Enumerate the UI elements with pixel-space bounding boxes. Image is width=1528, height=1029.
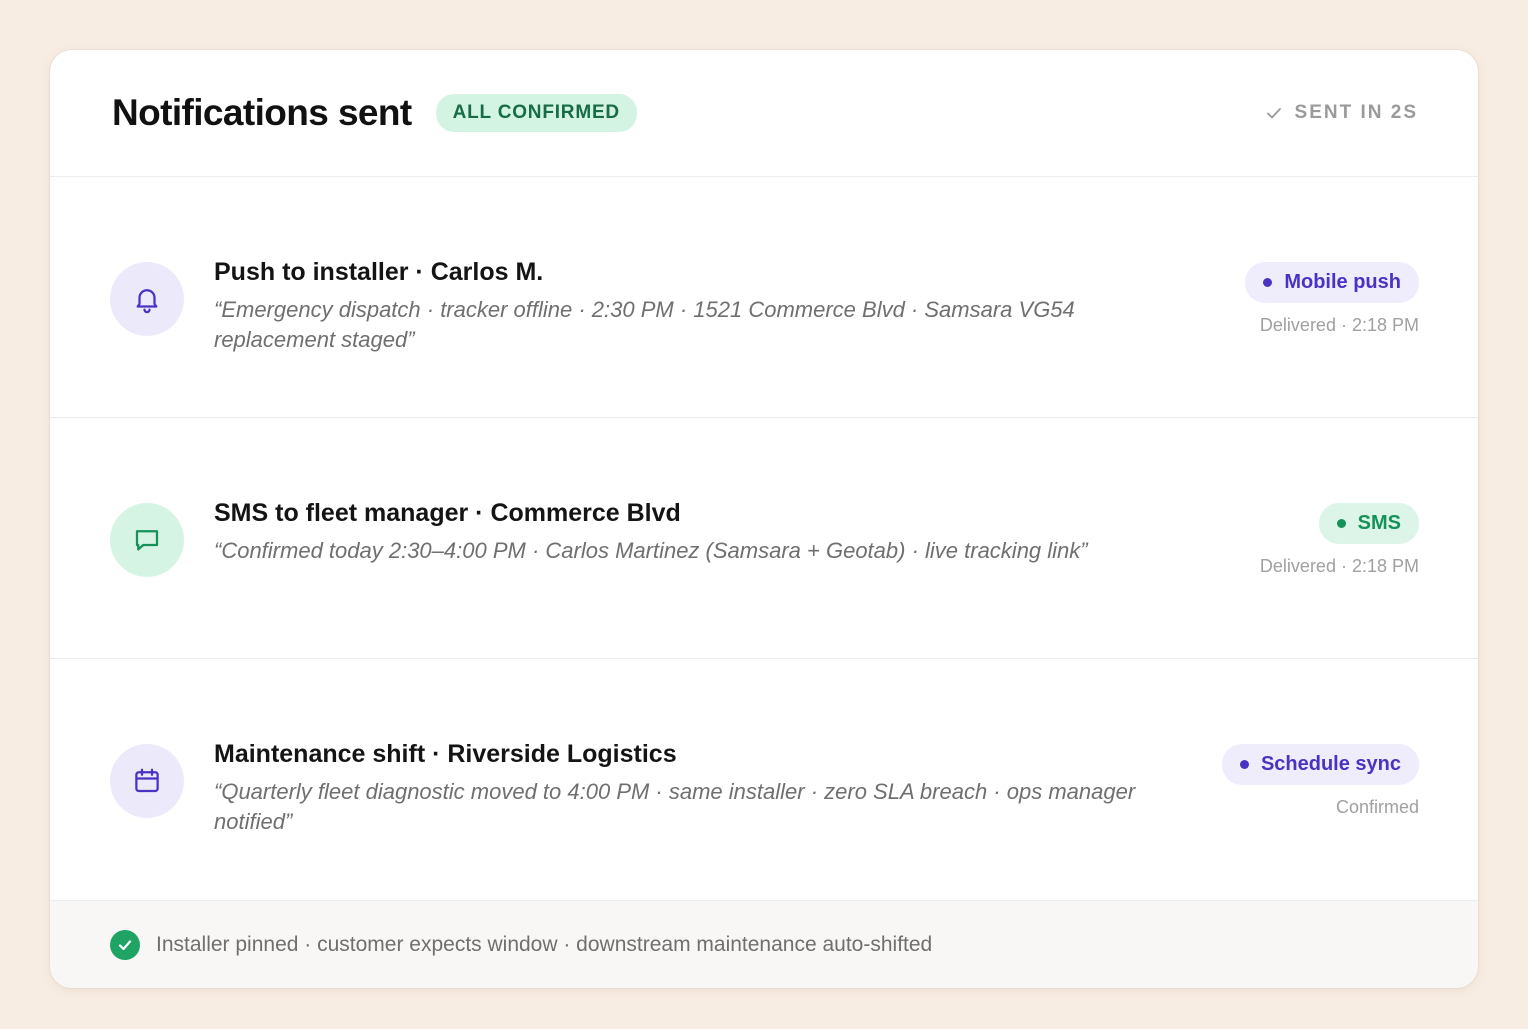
delivery-status: Delivered · 2:18 PM	[1259, 556, 1419, 576]
notification-meta: Mobile push Delivered · 2:18 PM	[1245, 262, 1419, 336]
channel-label: Schedule sync	[1260, 753, 1401, 775]
channel-badge: Mobile push	[1245, 262, 1419, 303]
page-title: Notifications sent	[112, 92, 412, 133]
channel-badge: Schedule sync	[1221, 744, 1419, 785]
notification-row[interactable]: Maintenance shift · Riverside Logistics …	[50, 659, 1478, 901]
calendar-icon	[135, 768, 159, 793]
dot-icon	[1336, 519, 1346, 528]
notification-description: “Confirmed today 2:30–4:00 PM · Carlos M…	[214, 538, 1088, 563]
notifications-card: Notifications sent ALL CONFIRMED SENT IN…	[50, 50, 1478, 988]
card-footer: Installer pinned · customer expects wind…	[50, 901, 1478, 988]
delivery-status: Confirmed	[1335, 797, 1419, 817]
status-badge: ALL CONFIRMED	[435, 94, 637, 132]
notification-meta: Schedule sync Confirmed	[1221, 744, 1419, 818]
checkmark-icon	[1266, 108, 1281, 119]
sent-status-label: SENT IN 2S	[1294, 102, 1418, 123]
notification-title: Push to installer · Carlos M.	[214, 258, 544, 286]
icon-container	[110, 503, 184, 577]
notification-row[interactable]: SMS to fleet manager · Commerce Blvd “Co…	[50, 418, 1478, 659]
notification-title: SMS to fleet manager · Commerce Blvd	[214, 499, 681, 527]
notification-text: Maintenance shift · Riverside Logistics …	[214, 739, 1144, 837]
notification-text: SMS to fleet manager · Commerce Blvd “Co…	[214, 498, 1144, 566]
channel-label: SMS	[1357, 512, 1401, 534]
dot-icon	[1263, 278, 1273, 287]
dot-icon	[1239, 760, 1249, 769]
notification-meta: SMS Delivered · 2:18 PM	[1260, 503, 1419, 577]
icon-container	[110, 744, 184, 818]
channel-label: Mobile push	[1284, 271, 1401, 293]
card-header: Notifications sent ALL CONFIRMED SENT IN…	[50, 50, 1478, 177]
notification-title: Maintenance shift · Riverside Logistics	[214, 740, 677, 768]
sent-status: SENT IN 2S	[1265, 102, 1418, 124]
notification-row[interactable]: Push to installer · Carlos M. “Emergency…	[50, 177, 1478, 418]
notification-text: Push to installer · Carlos M. “Emergency…	[214, 257, 1144, 355]
bell-icon	[136, 289, 158, 314]
icon-container	[110, 262, 184, 336]
channel-badge: SMS	[1318, 503, 1419, 544]
footer-summary: Installer pinned · customer expects wind…	[156, 932, 933, 956]
notification-description: “Quarterly fleet diagnostic moved to 4:0…	[214, 779, 1136, 834]
message-icon	[135, 530, 159, 551]
notification-description: “Emergency dispatch · tracker offline · …	[214, 297, 1075, 352]
check-circle-icon	[110, 929, 140, 960]
delivery-status: Delivered · 2:18 PM	[1259, 315, 1419, 335]
